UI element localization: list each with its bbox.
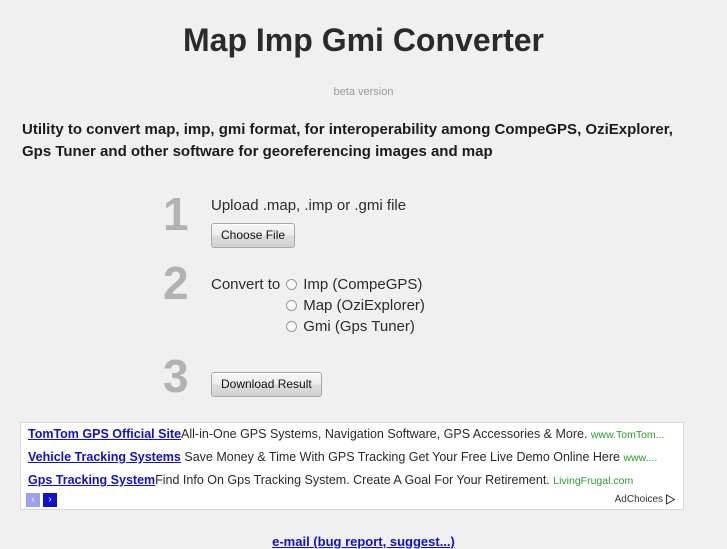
download-result-button[interactable]: Download Result [211, 372, 322, 397]
step-2-body: Convert to Imp (CompeGPS) Map (OziExplor… [211, 260, 425, 337]
chevron-right-icon[interactable]: › [43, 493, 57, 507]
steps-container: 1 Upload .map, .imp or .gmi file Choose … [0, 191, 727, 399]
step-number-2: 2 [163, 257, 189, 309]
format-radio-group: Imp (CompeGPS) Map (OziExplorer) Gmi (Gp… [286, 274, 425, 337]
ad-display-url: www.... [623, 452, 658, 464]
radio-option-map-label: Map (OziExplorer) [303, 297, 425, 314]
ad-headline-link[interactable]: Vehicle Tracking Systems [28, 450, 181, 464]
step-number-3: 3 [163, 350, 189, 402]
adchoices-button[interactable]: AdChoices [615, 494, 676, 505]
radio-option-imp[interactable]: Imp (CompeGPS) [286, 274, 425, 295]
chevron-left-icon[interactable]: ‹ [26, 493, 40, 507]
ad-item: Vehicle Tracking Systems Save Money & Ti… [21, 446, 683, 469]
ad-description: Find Info On Gps Tracking System. Create… [155, 473, 550, 487]
ad-description: Save Money & Time With GPS Tracking Get … [184, 450, 620, 464]
step-1-body: Upload .map, .imp or .gmi file Choose Fi… [211, 191, 406, 248]
ad-headline-link[interactable]: Gps Tracking System [28, 473, 155, 487]
radio-option-map[interactable]: Map (OziExplorer) [286, 295, 425, 316]
beta-version-label: beta version [333, 86, 394, 98]
choose-file-button[interactable]: Choose File [211, 223, 296, 248]
radio-circle-icon[interactable] [286, 321, 298, 332]
advertisement-block: TomTom GPS Official SiteAll-in-One GPS S… [20, 422, 684, 510]
ad-headline-link[interactable]: TomTom GPS Official Site [28, 427, 181, 441]
ad-display-url: www.TomTom... [590, 429, 665, 441]
step-number-1: 1 [163, 188, 189, 240]
radio-circle-icon[interactable] [286, 279, 298, 290]
radio-circle-icon[interactable] [286, 300, 298, 311]
email-bug-report-link[interactable]: e-mail (bug report, suggest...) [0, 534, 727, 549]
radio-option-gmi[interactable]: Gmi (Gps Tuner) [286, 316, 425, 337]
step-download: 3 Download Result [163, 353, 727, 399]
ad-display-url: LivingFrugal.com [553, 475, 634, 487]
convert-to-label: Convert to [211, 276, 281, 293]
step-3-body: Download Result [211, 353, 322, 397]
ad-item: TomTom GPS Official SiteAll-in-One GPS S… [21, 423, 683, 446]
radio-option-gmi-label: Gmi (Gps Tuner) [303, 318, 415, 335]
ad-pagination: ‹ › [26, 493, 57, 507]
ad-description: All-in-One GPS Systems, Navigation Softw… [181, 427, 588, 441]
ad-item: Gps Tracking SystemFind Info On Gps Trac… [21, 469, 683, 492]
radio-option-imp-label: Imp (CompeGPS) [303, 276, 423, 293]
adchoices-label: AdChoices [614, 494, 663, 505]
step-convert: 2 Convert to Imp (CompeGPS) Map (OziExpl… [163, 260, 727, 337]
upload-instruction-label: Upload .map, .imp or .gmi file [211, 197, 407, 214]
convert-options-wrap: Convert to Imp (CompeGPS) Map (OziExplor… [211, 266, 425, 337]
step-upload: 1 Upload .map, .imp or .gmi file Choose … [163, 191, 727, 248]
adchoices-triangle-icon [665, 494, 676, 505]
intro-description: Utility to convert map, imp, gmi format,… [22, 121, 673, 160]
page-title: Map Imp Gmi Converter [183, 22, 544, 58]
